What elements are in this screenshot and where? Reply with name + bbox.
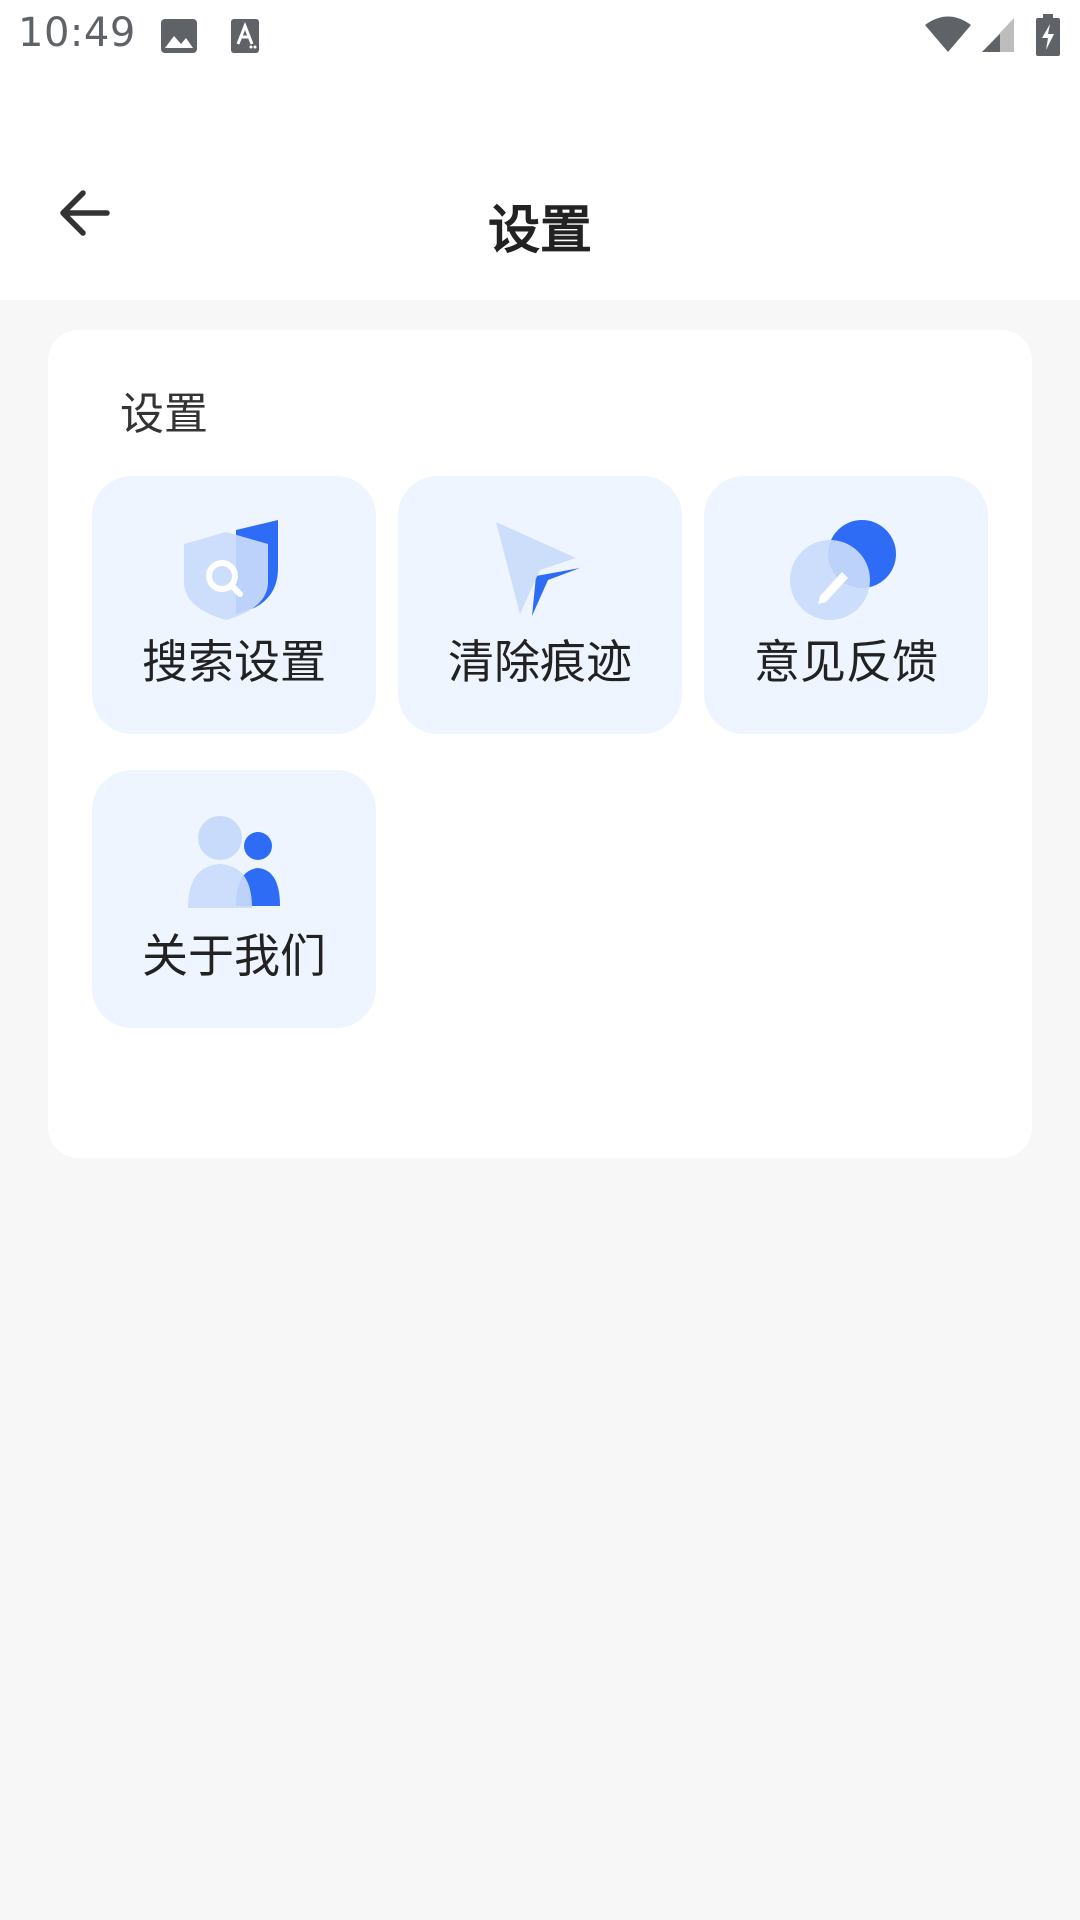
item-label: 意见反馈 (754, 635, 938, 689)
settings-card: 设置 搜索设置 清除痕迹 意见反馈 关于我们 (48, 330, 1032, 1158)
cursor-arrow-icon (480, 516, 600, 626)
shield-search-icon (174, 516, 294, 626)
page-title: 设置 (487, 201, 592, 261)
clear-history-button[interactable]: 清除痕迹 (398, 476, 682, 734)
signal-icon (980, 16, 1016, 58)
item-label: 关于我们 (142, 929, 326, 983)
status-time: 10:49 (18, 10, 136, 56)
battery-charging-icon (1036, 14, 1060, 60)
wifi-icon (924, 16, 972, 58)
image-icon (160, 18, 198, 58)
search-settings-button[interactable]: 搜索设置 (92, 476, 376, 734)
status-bar: 10:49 (0, 0, 1080, 72)
section-title: 设置 (120, 389, 208, 440)
item-label: 搜索设置 (142, 635, 326, 689)
people-icon (174, 810, 294, 920)
header: 设置 (0, 72, 1080, 300)
item-label: 清除痕迹 (448, 635, 632, 689)
feedback-button[interactable]: 意见反馈 (704, 476, 988, 734)
text-recognition-icon (230, 18, 260, 58)
about-us-button[interactable]: 关于我们 (92, 770, 376, 1028)
feedback-edit-icon (786, 516, 906, 626)
